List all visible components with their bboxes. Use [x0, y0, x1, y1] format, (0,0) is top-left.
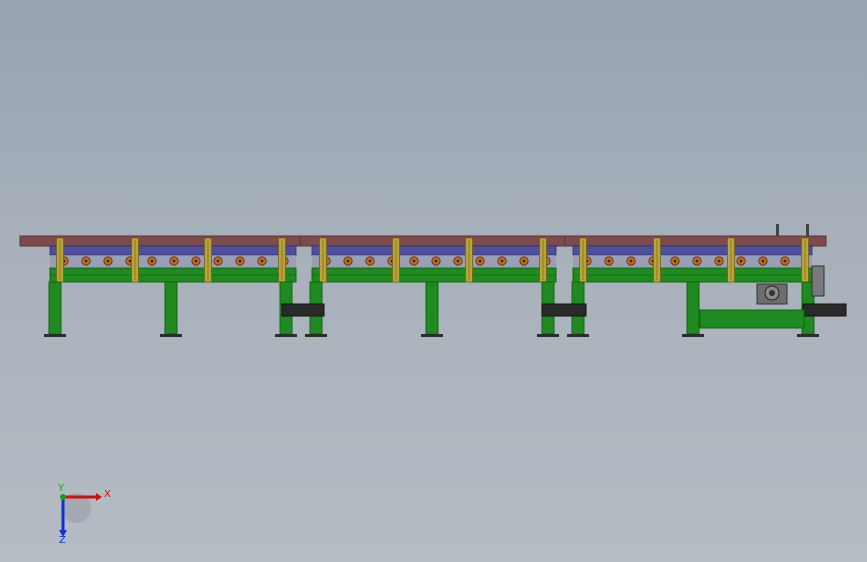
roller-band	[311, 245, 557, 256]
z-axis-label: Z	[59, 535, 66, 546]
support-leg	[686, 281, 700, 335]
top-upright	[776, 224, 779, 236]
leg-foot	[421, 334, 443, 337]
leg-foot	[682, 334, 704, 337]
sprocket-hub	[522, 259, 526, 263]
sprocket-hub	[500, 259, 504, 263]
leg-foot	[537, 334, 559, 337]
leg-foot	[44, 334, 66, 337]
sprocket-hub	[194, 259, 198, 263]
section-clamp	[281, 303, 325, 317]
x-axis-label: X	[104, 489, 111, 500]
sprocket-hub	[216, 259, 220, 263]
section-clamp	[541, 303, 587, 317]
support-leg	[48, 281, 62, 335]
sprocket-hub	[739, 259, 743, 263]
sprocket-hub	[761, 259, 765, 263]
end-guard	[811, 265, 825, 297]
sprocket-hub	[673, 259, 677, 263]
sprocket-hub	[695, 259, 699, 263]
sprocket-hub	[629, 259, 633, 263]
support-leg	[425, 281, 439, 335]
sprocket-hub	[84, 259, 88, 263]
x-axis-head	[96, 493, 102, 501]
sprocket-hub	[607, 259, 611, 263]
leg-foot	[797, 334, 819, 337]
leg-foot	[275, 334, 297, 337]
sprocket-hub	[260, 259, 264, 263]
leg-foot	[305, 334, 327, 337]
drive-base	[699, 309, 805, 329]
roller-conveyor-assembly[interactable]	[19, 224, 847, 337]
sprocket-hub	[412, 259, 416, 263]
sprocket-hub	[346, 259, 350, 263]
sprocket-hub	[150, 259, 154, 263]
leg-foot	[160, 334, 182, 337]
sprocket-hub	[717, 259, 721, 263]
reference-triad: X Y Z	[57, 483, 111, 546]
sprocket-hub	[128, 259, 132, 263]
deck-plate	[19, 235, 827, 247]
conveyor-model-view[interactable]: X Y Z	[0, 0, 867, 562]
sprocket-hub	[456, 259, 460, 263]
leg-foot	[567, 334, 589, 337]
graphics-viewport[interactable]: X Y Z	[0, 0, 867, 562]
y-axis-label: Y	[57, 483, 65, 494]
end-clamp	[802, 303, 847, 317]
sprocket-hub	[434, 259, 438, 263]
sprocket-hub	[238, 259, 242, 263]
motor-shaft	[769, 290, 775, 296]
sprocket-hub	[172, 259, 176, 263]
y-axis-dot	[60, 494, 66, 500]
sprocket-hub	[478, 259, 482, 263]
top-upright	[806, 224, 809, 236]
sprocket-hub	[368, 259, 372, 263]
roller-band	[49, 245, 297, 256]
sprocket-hub	[783, 259, 787, 263]
sprocket-hub	[106, 259, 110, 263]
roller-band	[572, 245, 813, 256]
support-leg	[164, 281, 178, 335]
